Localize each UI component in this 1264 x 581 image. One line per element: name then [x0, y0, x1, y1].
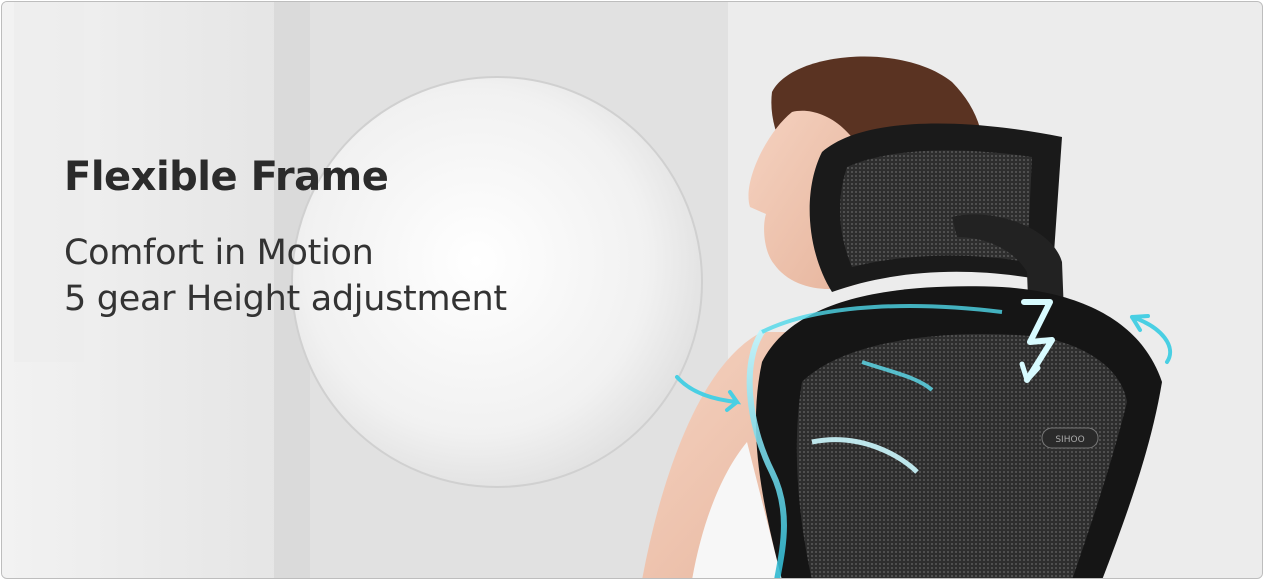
banner-copy: Flexible Frame Comfort in Motion 5 gear …	[64, 150, 507, 322]
banner-title: Flexible Frame	[64, 154, 389, 200]
svg-text:SIHOO: SIHOO	[1055, 435, 1084, 445]
product-banner: SIHOO Flexible Frame Comfort in Motion 5…	[1, 1, 1263, 579]
subtitle-line-2: 5 gear Height adjustment	[64, 279, 507, 319]
subtitle-line-1: Comfort in Motion	[64, 233, 374, 273]
banner-subtitle: Comfort in Motion 5 gear Height adjustme…	[64, 230, 507, 322]
